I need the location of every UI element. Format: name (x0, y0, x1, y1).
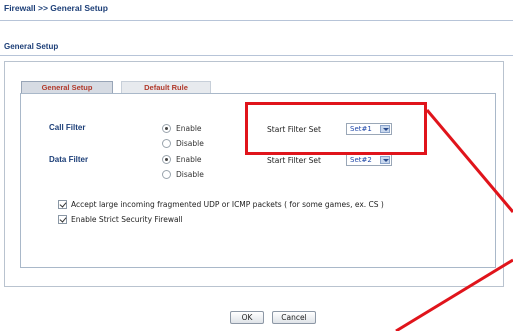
fragmented-packets-checkbox[interactable] (58, 200, 67, 209)
call-filter-label: Call Filter (49, 123, 86, 132)
fragmented-packets-label: Accept large incoming fragmented UDP or … (71, 200, 384, 209)
divider (0, 55, 513, 56)
highlight-box (245, 102, 427, 155)
chevron-down-icon (380, 156, 390, 164)
data-filter-disable-label: Disable (176, 170, 204, 179)
data-filter-set-select[interactable]: Set#2 (346, 154, 392, 166)
data-filter-enable-label: Enable (176, 155, 202, 164)
strict-security-checkbox[interactable] (58, 215, 67, 224)
call-filter-enable-label: Enable (176, 124, 202, 133)
ok-button[interactable]: OK (230, 311, 264, 324)
data-filter-label: Data Filter (49, 155, 89, 164)
divider (0, 20, 513, 21)
call-filter-disable-radio[interactable] (162, 139, 171, 148)
data-filter-set-value: Set#2 (350, 156, 372, 164)
strict-security-label: Enable Strict Security Firewall (71, 215, 183, 224)
data-filter-disable-radio[interactable] (162, 170, 171, 179)
data-filter-enable-radio[interactable] (162, 155, 171, 164)
cancel-button[interactable]: Cancel (272, 311, 316, 324)
breadcrumb: Firewall >> General Setup (4, 3, 108, 13)
call-filter-disable-label: Disable (176, 139, 204, 148)
section-title: General Setup (4, 42, 59, 51)
data-filter-start-set-label: Start Filter Set (267, 156, 321, 165)
call-filter-enable-radio[interactable] (162, 124, 171, 133)
